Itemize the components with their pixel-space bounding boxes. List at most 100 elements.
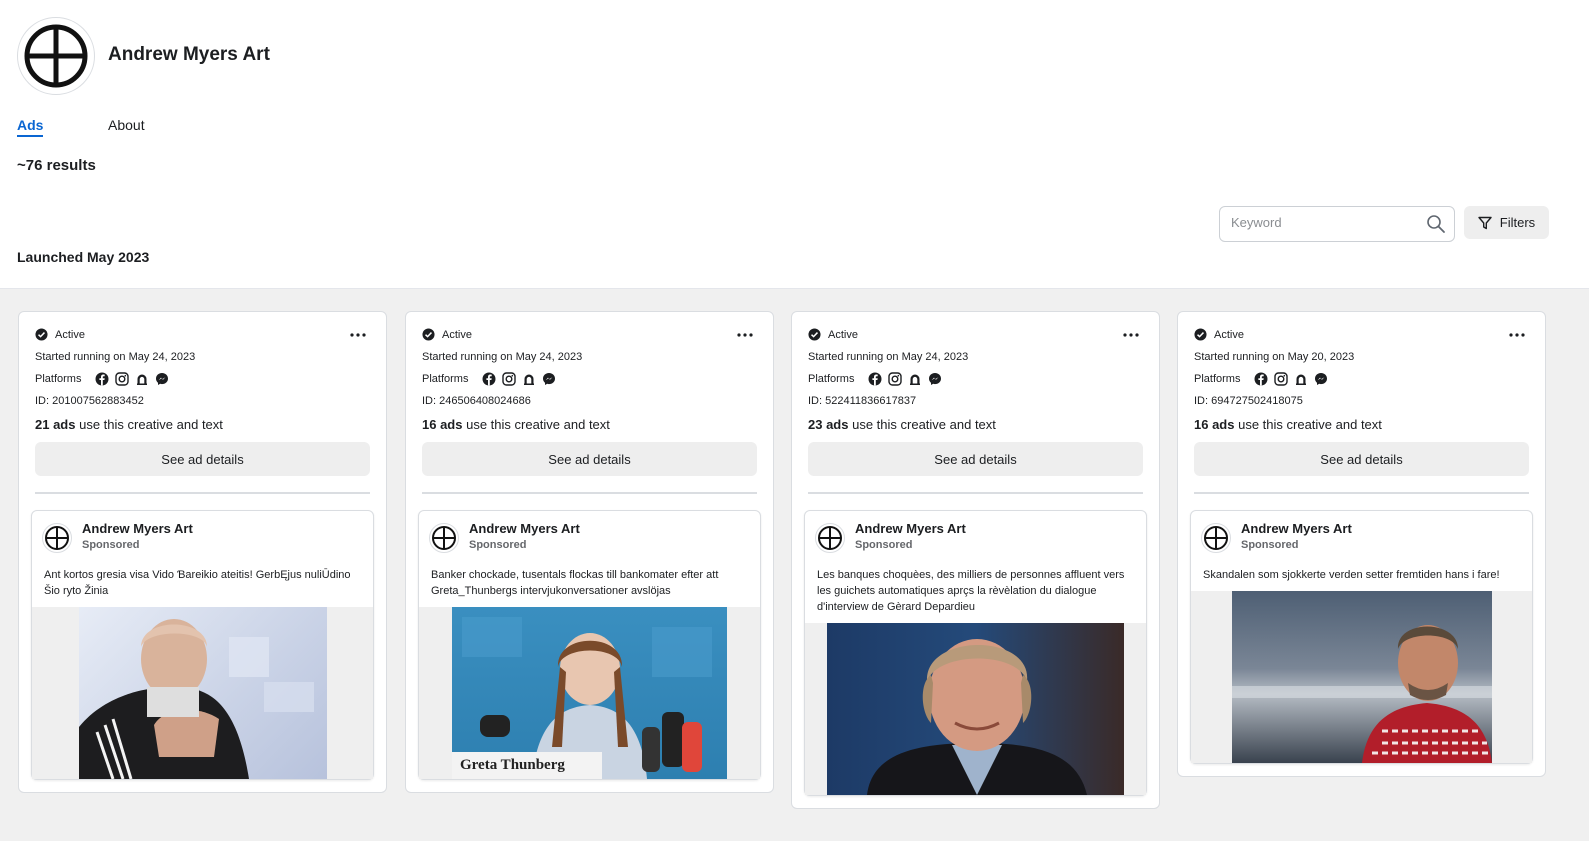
filters-button[interactable]: Filters — [1464, 206, 1549, 239]
more-options-icon[interactable] — [1121, 328, 1141, 342]
status-row: Active — [1194, 326, 1529, 343]
advertiser-avatar[interactable] — [1201, 523, 1231, 553]
ad-card: Active Started running on May 24, 2023 P… — [791, 311, 1160, 809]
ad-preview[interactable]: Andrew Myers Art Sponsored Banker chocka… — [418, 510, 761, 780]
advertiser-avatar[interactable] — [429, 523, 459, 553]
advertiser-name[interactable]: Andrew Myers Art — [855, 521, 966, 537]
ads-count-suffix: use this creative and text — [462, 417, 610, 432]
audience-network-icon — [524, 374, 535, 385]
ad-id: ID: 201007562883452 — [35, 395, 144, 407]
ads-count-line: 21 ads use this creative and text — [35, 417, 370, 432]
more-options-icon[interactable] — [348, 328, 368, 342]
advertiser-avatar[interactable] — [42, 523, 72, 553]
crosshair-logo-icon — [432, 526, 456, 550]
ads-count-suffix: use this creative and text — [848, 417, 996, 432]
ad-id: ID: 522411836617837 — [808, 395, 917, 407]
status-label: Active — [55, 328, 85, 341]
search-input[interactable] — [1231, 215, 1421, 230]
ad-image[interactable]: Greta Thunberg — [452, 607, 727, 779]
ad-media — [32, 607, 373, 779]
ad-media — [1191, 591, 1532, 763]
check-circle-icon — [1194, 328, 1207, 341]
sponsored-label: Sponsored — [469, 539, 527, 551]
see-ad-details-button[interactable]: See ad details — [35, 442, 370, 476]
divider — [808, 492, 1143, 494]
started-running: Started running on May 24, 2023 — [808, 351, 969, 363]
more-options-icon[interactable] — [735, 328, 755, 342]
ad-preview[interactable]: Andrew Myers Art Sponsored Skandalen som… — [1190, 510, 1533, 764]
audience-network-icon — [910, 374, 921, 385]
ads-count: 21 ads — [35, 417, 76, 432]
advertiser-name[interactable]: Andrew Myers Art — [82, 521, 193, 537]
search-box[interactable] — [1219, 206, 1455, 242]
instagram-icon — [888, 372, 903, 386]
divider — [1194, 492, 1529, 494]
platforms-row: Platforms — [1194, 371, 1529, 387]
sponsored-label: Sponsored — [82, 539, 140, 551]
platforms-label: Platforms — [422, 373, 469, 385]
ads-count: 16 ads — [422, 417, 463, 432]
check-circle-icon — [422, 328, 435, 341]
section-title: Launched May 2023 — [17, 249, 150, 265]
status-row: Active — [422, 326, 757, 343]
more-options-icon[interactable] — [1507, 328, 1527, 342]
ad-id: ID: 694727502418075 — [1194, 395, 1303, 407]
instagram-icon — [115, 372, 130, 386]
tab-about[interactable]: About — [108, 117, 145, 133]
ad-media — [805, 623, 1146, 795]
status-label: Active — [1214, 328, 1244, 341]
platforms-row: Platforms — [422, 371, 757, 387]
ad-image[interactable] — [78, 607, 327, 779]
facebook-icon — [482, 372, 496, 386]
audience-network-icon — [1296, 374, 1307, 385]
advertiser-name[interactable]: Andrew Myers Art — [1241, 521, 1352, 537]
ad-body-text: Les banques choquèes, des milliers de pe… — [817, 569, 1125, 613]
see-ad-details-button[interactable]: See ad details — [422, 442, 757, 476]
crosshair-logo-icon — [45, 526, 69, 550]
ad-card: Active Started running on May 24, 2023 P… — [405, 311, 774, 793]
advertiser-name[interactable]: Andrew Myers Art — [469, 521, 580, 537]
ad-id: ID: 246506408024686 — [422, 395, 531, 407]
page-avatar[interactable] — [17, 17, 95, 95]
ad-body-text: Ant kortos gresia visa Vido Ɓareikio ate… — [44, 569, 351, 597]
ads-count-suffix: use this creative and text — [75, 417, 223, 432]
page-header: Andrew Myers Art Ads About ~76 results F… — [0, 0, 1589, 290]
filter-icon — [1478, 216, 1492, 229]
ad-image[interactable] — [1231, 591, 1492, 763]
crosshair-logo-icon — [1204, 526, 1228, 550]
ad-image[interactable] — [827, 623, 1124, 795]
instagram-icon — [1274, 372, 1289, 386]
divider — [422, 492, 757, 494]
ad-card: Active Started running on May 20, 2023 P… — [1177, 311, 1546, 777]
status-label: Active — [442, 328, 472, 341]
ad-card: Active Started running on May 24, 2023 P… — [18, 311, 387, 793]
ad-body-text: Banker chockade, tusentals flockas till … — [431, 569, 719, 597]
platforms-row: Platforms — [35, 371, 370, 387]
crosshair-logo-icon — [24, 24, 88, 88]
advertiser-avatar[interactable] — [815, 523, 845, 553]
ads-count-line: 23 ads use this creative and text — [808, 417, 1143, 432]
platforms-label: Platforms — [808, 373, 855, 385]
sponsored-label: Sponsored — [855, 539, 913, 551]
status-label: Active — [828, 328, 858, 341]
see-ad-details-button[interactable]: See ad details — [808, 442, 1143, 476]
see-ad-details-button[interactable]: See ad details — [1194, 442, 1529, 476]
ad-body-text: Skandalen som sjokkerte verden setter fr… — [1203, 569, 1500, 581]
messenger-icon — [1315, 373, 1328, 385]
page-title: Andrew Myers Art — [108, 44, 270, 65]
filters-label: Filters — [1499, 215, 1536, 230]
results-count: ~76 results — [17, 157, 96, 174]
tab-ads[interactable]: Ads — [17, 117, 44, 137]
platforms-label: Platforms — [35, 373, 82, 385]
check-circle-icon — [808, 328, 821, 341]
facebook-icon — [95, 372, 109, 386]
ad-preview[interactable]: Andrew Myers Art Sponsored Les banques c… — [804, 510, 1147, 796]
divider — [35, 492, 370, 494]
status-row: Active — [35, 326, 370, 343]
ads-count-line: 16 ads use this creative and text — [422, 417, 757, 432]
ad-preview[interactable]: Andrew Myers Art Sponsored Ant kortos gr… — [31, 510, 374, 780]
ad-media: Greta Thunberg — [419, 607, 760, 779]
search-icon[interactable] — [1426, 214, 1446, 234]
instagram-icon — [502, 372, 517, 386]
messenger-icon — [543, 373, 556, 385]
